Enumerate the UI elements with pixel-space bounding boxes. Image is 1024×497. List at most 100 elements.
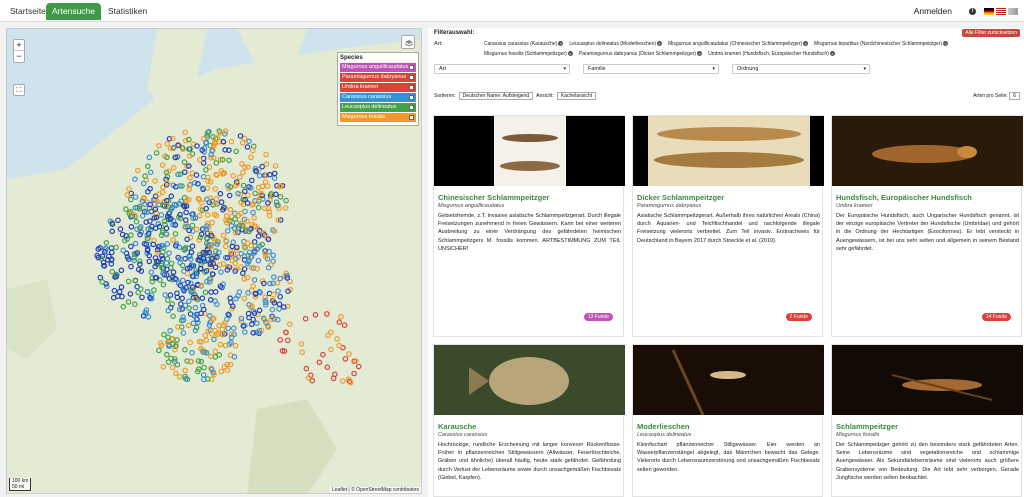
species-card[interactable]: Schlammpeitzger Misgurnus fossilis Der Sch… <box>831 344 1023 497</box>
remove-chip-icon[interactable]: × <box>943 41 949 46</box>
zoom-control: + − <box>13 39 25 63</box>
filter-chip[interactable]: Misgurnus fossilis (Schlammpeitzger) × <box>484 50 573 58</box>
species-card-title[interactable]: Moderlieschen <box>637 422 690 431</box>
login-link[interactable]: Anmelden <box>914 3 952 20</box>
species-card-count-badge[interactable]: 13 Funde <box>583 313 613 321</box>
species-card[interactable]: Karausche Carassius carassius Hochrückige,… <box>433 344 625 497</box>
zoom-in-button[interactable]: + <box>14 40 24 51</box>
legend-item[interactable]: Leucaspius delineatus <box>340 103 416 112</box>
species-image[interactable] <box>832 345 1023 415</box>
legend-item-label: Carassius carassius <box>342 94 392 100</box>
species-image[interactable] <box>434 345 625 415</box>
chevron-down-icon: ▾ <box>712 66 715 72</box>
species-card[interactable]: Moderlieschen Leucaspius delineatus Kleinf… <box>632 344 824 497</box>
remove-chip-icon[interactable]: × <box>829 51 835 56</box>
species-card-description: Gebietsfremde, z.T. invasive asiatische … <box>438 213 621 252</box>
remove-chip-icon[interactable]: × <box>657 41 663 46</box>
legend-item[interactable]: Paramisgurnus dabryanus <box>340 73 416 82</box>
fullscreen-icon[interactable]: ⛶ <box>13 84 25 96</box>
species-card-title[interactable]: Dicker Schlammpeitzger <box>637 193 724 202</box>
occurrence-map[interactable]: + − ⛶ Species Misgurnus anguillicaudatus… <box>6 28 422 494</box>
german-flag-icon[interactable] <box>984 8 994 15</box>
species-card-description: Der Europäische Hundsfisch, auch Ungaris… <box>836 213 1019 252</box>
per-page: Arten pro Seite: 6 <box>973 92 1020 100</box>
filter-chip[interactable]: Umbra krameri (Hundsfisch, Europäischer … <box>708 50 835 58</box>
legend-item[interactable]: Umbra krameri <box>340 83 416 92</box>
filter-chip[interactable]: Paramisgurnus dabryanus (Dicker Schlammp… <box>578 50 703 58</box>
species-image[interactable] <box>434 116 625 186</box>
filter-chip[interactable]: Carassius carassius (Karausche) × <box>484 40 564 48</box>
layers-icon[interactable] <box>401 35 415 49</box>
legend-title: Species <box>340 55 363 61</box>
species-card-scientific-name: Umbra krameri <box>836 203 873 209</box>
art-filter-label: Art: <box>434 41 443 47</box>
chevron-down-icon: ▾ <box>563 66 566 72</box>
remove-chip-icon[interactable]: × <box>697 51 703 56</box>
legend-checkbox[interactable] <box>409 105 414 110</box>
nav-startseite[interactable]: Startseite <box>4 3 52 20</box>
zoom-out-button[interactable]: − <box>14 51 24 62</box>
sort-label: Sortieren: <box>434 93 456 99</box>
species-card-count-badge[interactable]: 14 Funde <box>981 313 1011 321</box>
species-card[interactable]: Hundsfisch, Europäischer Hundsfisch Umbra… <box>831 115 1023 337</box>
filter-chip[interactable]: Leucaspius delineatus (Moderlieschen) × <box>569 40 663 48</box>
legend-checkbox[interactable] <box>409 75 414 80</box>
remove-chip-icon[interactable]: × <box>558 41 564 46</box>
legend-checkbox[interactable] <box>409 65 414 70</box>
art-select[interactable]: Art ▾ <box>434 64 570 74</box>
legend-item-label: Misgurnus fossilis <box>342 114 386 120</box>
sort-row: Sortieren: Deutscher Name: Aufsteigend A… <box>434 92 597 100</box>
language-flag-icon[interactable] <box>1008 8 1018 15</box>
top-navigation: Startseite Artensuche Statistiken Anmeld… <box>0 0 1024 22</box>
species-card-count-badge[interactable]: 2 Funde <box>785 313 812 321</box>
species-image[interactable] <box>633 116 824 186</box>
species-card-description: Kleinfischart pflanzenreicher Stillgewäs… <box>637 442 820 473</box>
nav-artensuche[interactable]: Artensuche <box>46 3 101 20</box>
filter-chip-label: Carassius carassius (Karausche) <box>484 41 558 47</box>
species-card-scientific-name: Paramisgurnus dabryanus <box>637 203 702 209</box>
species-card-title[interactable]: Hundsfisch, Europäischer Hundsfisch <box>836 193 972 202</box>
remove-chip-icon[interactable]: × <box>567 51 573 56</box>
legend-checkbox[interactable] <box>409 115 414 120</box>
sort-select[interactable]: Deutscher Name: Aufsteigend <box>458 92 534 100</box>
map-attribution[interactable]: Leaflet | © OpenStreetMap contributors <box>330 487 421 493</box>
filter-chip[interactable]: Misgurnus anguillicaudatus (Chinesischer… <box>668 40 809 48</box>
legend-item[interactable]: Carassius carassius <box>340 93 416 102</box>
species-card[interactable]: Dicker Schlammpeitzger Paramisgurnus dabr… <box>632 115 824 337</box>
species-card-scientific-name: Carassius carassius <box>438 432 488 438</box>
legend-checkbox[interactable] <box>409 95 414 100</box>
species-search-panel: Filterauswahl: Alle Filter zurücksetzen … <box>428 28 1024 497</box>
filter-chip-label: Leucaspius delineatus (Moderlieschen) <box>569 41 657 47</box>
species-card-title[interactable]: Schlammpeitzger <box>836 422 898 431</box>
chevron-down-icon: ▾ <box>863 66 866 72</box>
filter-title: Filterauswahl: <box>434 30 475 36</box>
legend-checkbox[interactable] <box>409 85 414 90</box>
english-flag-icon[interactable] <box>996 8 1006 15</box>
filter-chip-label: Misgurnus fossilis (Schlammpeitzger) <box>484 51 567 57</box>
art-select-value: Art <box>439 66 447 72</box>
filter-chip-label: Umbra krameri (Hundsfisch, Europäischer … <box>708 51 829 57</box>
info-icon[interactable]: i <box>969 8 976 15</box>
view-label: Ansicht: <box>536 93 554 99</box>
species-image[interactable] <box>633 345 824 415</box>
view-select[interactable]: Kachelansicht <box>556 92 597 100</box>
legend-item-label: Paramisgurnus dabryanus <box>342 74 407 80</box>
remove-chip-icon[interactable]: × <box>803 41 809 46</box>
legend-item-label: Leucaspius delineatus <box>342 104 397 110</box>
species-card-title[interactable]: Chinesischer Schlammpeitzger <box>438 193 549 202</box>
reset-filters-button[interactable]: Alle Filter zurücksetzen <box>962 29 1020 37</box>
legend-item[interactable]: Misgurnus fossilis <box>340 113 416 122</box>
per-page-select[interactable]: 6 <box>1009 92 1020 100</box>
familie-select[interactable]: Familie ▾ <box>583 64 719 74</box>
ordnung-select[interactable]: Ordnung ▾ <box>732 64 870 74</box>
species-card[interactable]: Chinesischer Schlammpeitzger Misgurnus an… <box>433 115 625 337</box>
map-scale: 100 km 50 mi <box>9 478 32 491</box>
filter-chip-label: Paramisgurnus dabryanus (Dicker Schlammp… <box>578 51 697 57</box>
species-image[interactable] <box>832 116 1023 186</box>
filter-chips: Carassius carassius (Karausche) × Leucaspi… <box>484 40 974 58</box>
filter-chip[interactable]: Misgurnus bipartitus (Nordchinesischer S… <box>814 40 949 48</box>
scale-mi: 50 mi <box>12 484 25 490</box>
nav-statistiken[interactable]: Statistiken <box>102 3 153 20</box>
species-card-title[interactable]: Karausche <box>438 422 476 431</box>
legend-item[interactable]: Misgurnus anguillicaudatus <box>340 63 416 72</box>
